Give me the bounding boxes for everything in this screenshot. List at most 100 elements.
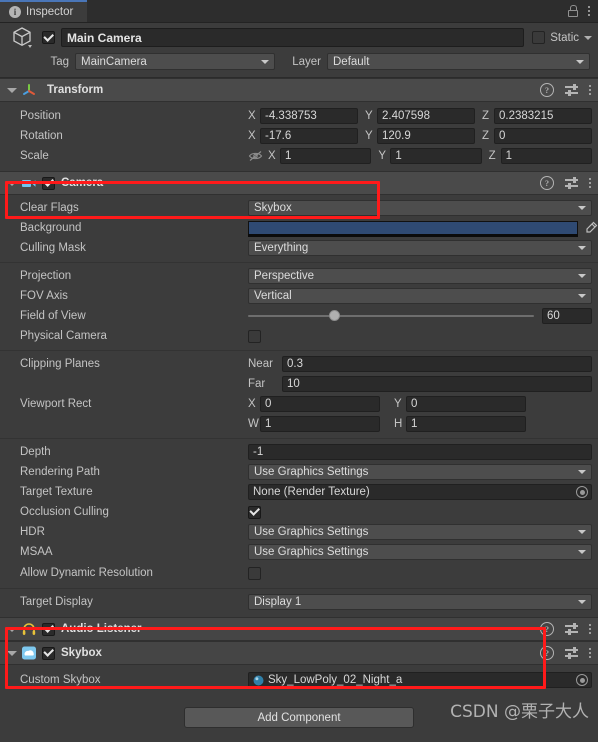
gameobject-name-input[interactable]: Main Camera <box>61 28 525 47</box>
chevron-down-icon <box>578 246 586 250</box>
component-tools: ? <box>540 642 591 664</box>
foldout-icon[interactable] <box>7 650 17 656</box>
hdr-dropdown[interactable]: Use Graphics Settings <box>248 524 592 540</box>
projection-dropdown[interactable]: Perspective <box>248 268 592 284</box>
cube-icon[interactable] <box>10 25 38 51</box>
position-x-input[interactable]: -4.338753 <box>260 108 358 124</box>
rendering-path-dropdown[interactable]: Use Graphics Settings <box>248 464 592 480</box>
layer-dropdown[interactable]: Default <box>327 53 590 70</box>
preset-icon[interactable] <box>565 647 578 659</box>
chevron-down-icon <box>576 59 584 64</box>
background-color-swatch[interactable] <box>248 221 578 237</box>
axis-label-z: Z <box>482 110 490 122</box>
component-tools: ? <box>540 79 591 101</box>
component-title-transform: Transform <box>47 84 104 96</box>
target-display-dropdown[interactable]: Display 1 <box>248 594 592 610</box>
culling-mask-dropdown[interactable]: Everything <box>248 240 592 256</box>
viewport-w-input[interactable]: 1 <box>260 416 380 432</box>
field-of-view-input[interactable]: 60 <box>542 308 592 324</box>
viewport-w-label: W <box>248 418 259 430</box>
slider-knob[interactable] <box>328 310 340 321</box>
foldout-icon[interactable] <box>7 180 17 186</box>
clipping-far-input[interactable]: 10 <box>282 376 592 392</box>
help-icon[interactable]: ? <box>540 622 554 636</box>
slider-track[interactable] <box>248 310 534 321</box>
custom-skybox-object-field[interactable]: Sky_LowPoly_02_Night_a <box>248 672 592 688</box>
foldout-icon[interactable] <box>7 626 17 632</box>
component-header-transform[interactable]: Transform ? <box>0 78 598 102</box>
add-component-button[interactable]: Add Component <box>184 707 414 728</box>
help-icon[interactable]: ? <box>540 83 554 97</box>
field-of-view-slider[interactable] <box>248 308 534 324</box>
target-texture-object-field[interactable]: None (Render Texture) <box>248 484 592 500</box>
lock-icon[interactable] <box>568 5 578 17</box>
physical-camera-checkbox[interactable] <box>248 329 261 343</box>
position-z-value: 0.2383215 <box>499 110 554 122</box>
msaa-dropdown[interactable]: Use Graphics Settings <box>248 544 592 560</box>
rotation-y-input[interactable]: 120.9 <box>377 128 475 144</box>
target-texture-label: Target Texture <box>20 486 93 498</box>
near-label: Near <box>248 358 273 370</box>
transform-axis-icon <box>21 82 37 98</box>
eyedropper-icon[interactable] <box>584 221 598 235</box>
tag-dropdown[interactable]: MainCamera <box>75 53 275 70</box>
kebab-menu-icon[interactable] <box>589 178 591 188</box>
tab-inspector[interactable]: i Inspector <box>0 0 88 22</box>
position-z-input[interactable]: 0.2383215 <box>494 108 592 124</box>
link-off-icon[interactable] <box>248 150 263 162</box>
position-y-input[interactable]: 2.407598 <box>377 108 475 124</box>
object-picker-icon[interactable] <box>576 486 588 498</box>
scale-y-input[interactable]: 1 <box>390 148 482 164</box>
gameobject-name-row: Main Camera Static <box>6 26 592 48</box>
preset-icon[interactable] <box>565 177 578 189</box>
allow-dynamic-resolution-checkbox[interactable] <box>248 566 261 580</box>
preset-icon[interactable] <box>565 84 578 96</box>
kebab-menu-icon[interactable] <box>589 624 591 634</box>
kebab-menu-icon[interactable] <box>589 648 591 658</box>
fov-axis-dropdown[interactable]: Vertical <box>248 288 592 304</box>
scale-z-cell: Z 1 <box>489 148 592 164</box>
viewport-y-input[interactable]: 0 <box>406 396 526 412</box>
rotation-x-cell: X -17.6 <box>248 128 358 144</box>
skybox-enabled-checkbox[interactable] <box>42 646 55 660</box>
static-checkbox[interactable] <box>532 31 546 44</box>
rotation-z-input[interactable]: 0 <box>494 128 592 144</box>
viewport-h-input[interactable]: 1 <box>406 416 526 432</box>
rotation-x-input[interactable]: -17.6 <box>260 128 358 144</box>
component-body-skybox: Custom Skybox Sky_LowPoly_02_Night_a <box>0 665 598 695</box>
component-header-camera[interactable]: Camera ? <box>0 171 598 195</box>
clear-flags-dropdown[interactable]: Skybox <box>248 200 592 216</box>
kebab-menu-icon[interactable] <box>588 6 590 16</box>
foldout-icon[interactable] <box>7 87 17 93</box>
occlusion-culling-checkbox[interactable] <box>248 505 261 519</box>
scale-x-value: 1 <box>285 150 292 162</box>
viewport-y-value: 0 <box>411 398 418 410</box>
object-picker-icon[interactable] <box>576 674 588 686</box>
camera-enabled-checkbox[interactable] <box>42 176 55 190</box>
scale-x-input[interactable]: 1 <box>280 148 372 164</box>
position-y-cell: Y 2.407598 <box>365 108 475 124</box>
clipping-near-input[interactable]: 0.3 <box>282 356 592 372</box>
audio-listener-enabled-checkbox[interactable] <box>42 622 55 636</box>
component-tools: ? <box>540 618 591 640</box>
scale-z-input[interactable]: 1 <box>500 148 592 164</box>
allow-dynamic-resolution-label: Allow Dynamic Resolution <box>20 567 153 579</box>
row-clear-flags: Clear Flags Skybox <box>0 198 598 218</box>
kebab-menu-icon[interactable] <box>589 85 591 95</box>
component-header-skybox[interactable]: Skybox ? <box>0 641 598 665</box>
component-header-audio-listener[interactable]: Audio Listener ? <box>0 617 598 641</box>
help-icon[interactable]: ? <box>540 646 554 660</box>
gameobject-enabled-checkbox[interactable] <box>42 31 55 44</box>
help-icon[interactable]: ? <box>540 176 554 190</box>
material-sphere-icon <box>253 675 264 686</box>
scale-y-cell: Y 1 <box>378 148 482 164</box>
component-body-camera: Clear Flags Skybox Background Culling Ma… <box>0 195 598 617</box>
depth-input[interactable]: -1 <box>248 444 592 460</box>
clear-flags-value: Skybox <box>254 202 292 214</box>
viewport-x-input[interactable]: 0 <box>260 396 380 412</box>
gameobject-name-value: Main Camera <box>67 30 142 45</box>
row-allow-dynamic-resolution: Allow Dynamic Resolution <box>0 562 598 584</box>
tag-label: Tag <box>50 55 69 68</box>
preset-icon[interactable] <box>565 623 578 635</box>
static-dropdown-icon[interactable] <box>584 35 592 40</box>
